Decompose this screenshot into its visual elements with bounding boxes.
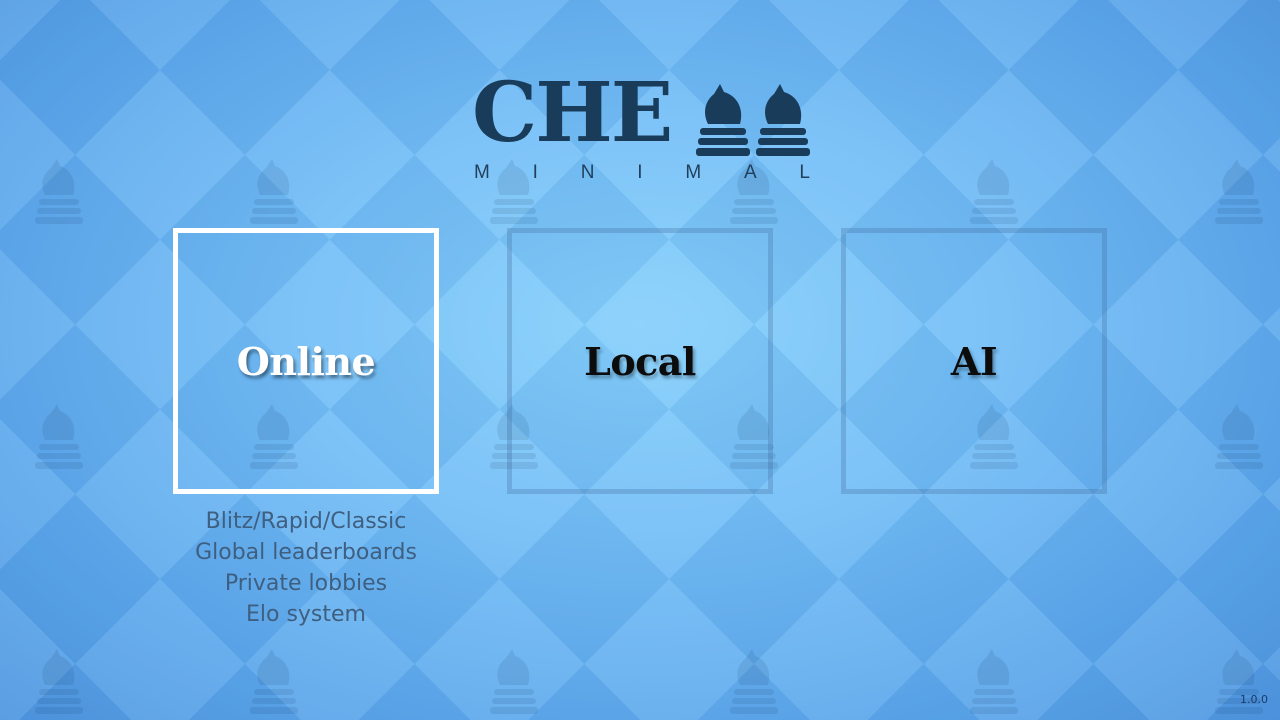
mode-card-label: Local [584,338,696,384]
mode-feature-list: Blitz/Rapid/Classic Global leaderboards … [173,506,439,630]
mode-card-label: AI [950,338,998,384]
knight-watermark-icon [250,159,298,224]
feature-item: Blitz/Rapid/Classic [205,509,407,534]
knight-watermark-icon [490,649,538,714]
game-logo: CHE M I N I M A L [472,65,812,184]
logo-knights [696,84,810,156]
logo-subtitle-letter: I [532,162,538,183]
feature-item: Elo system [245,602,366,627]
feature-item: Global leaderboards [195,540,417,565]
knight-icon [696,84,750,156]
version-label: 1.0.0 [1240,693,1268,706]
logo-subtitle-letter: I [637,162,643,183]
logo-subtitle-letter: N [580,162,595,183]
knight-watermark-icon [730,649,778,714]
logo-subtitle-letter: M [685,162,702,183]
logo-subtitle: M I N I M A L [474,162,810,184]
logo-subtitle-letter: A [743,162,757,183]
mode-card-online[interactable]: Online [173,228,439,494]
knight-watermark-icon [970,649,1018,714]
logo-subtitle-letter: L [799,162,810,183]
mode-card-ai[interactable]: AI [841,228,1107,494]
knight-icon [756,84,810,156]
mode-card-label: Online [236,338,376,384]
knight-watermark-icon [35,649,83,714]
main-menu-screen: CHE M I N I M A L Online Local AI Blitz/… [0,0,1280,720]
knight-watermark-icon [1215,159,1263,224]
knight-watermark-icon [250,649,298,714]
logo-word: CHE [472,65,673,161]
knight-watermark-icon [35,404,83,469]
feature-item: Private lobbies [224,571,388,596]
knight-watermark-icon [35,159,83,224]
mode-card-local[interactable]: Local [507,228,773,494]
logo-subtitle-letter: M [474,162,490,183]
knight-watermark-icon [1215,404,1263,469]
knight-watermark-icon [970,159,1018,224]
